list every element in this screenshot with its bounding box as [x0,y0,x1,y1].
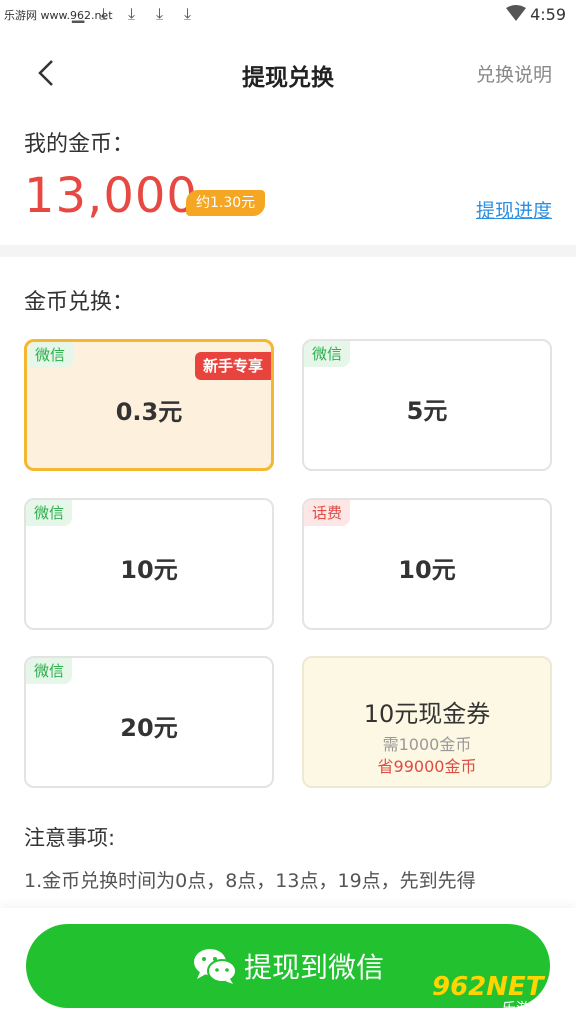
card-amount: 0.3元 [115,398,183,426]
download-icon: ⤓ [184,4,192,23]
coins-balance: 13,000 [24,168,198,224]
exchange-card-wechat-0.3[interactable]: 微信 新手专享 0.3元 [24,339,274,471]
wechat-tag: 微信 [27,342,74,368]
site-watermark-logo: 962NET 乐游网 [432,970,568,1018]
card-amount: 20元 [120,714,178,742]
exchange-card-phone-10[interactable]: 话费 10元 [302,498,552,630]
wechat-tag: 微信 [26,500,73,526]
status-watermark: 乐游网 www.962.net [4,9,113,22]
coins-label: 我的金币： [24,132,135,157]
phone-credit-tag: 话费 [304,500,351,526]
download-icon: ⤓ [156,4,164,23]
voucher-title: 10元现金券 [363,700,491,728]
download-icon: ⤓ [100,4,108,23]
withdraw-button-label: 提现到微信 [243,951,384,984]
exchange-card-wechat-10[interactable]: 微信 10元 [24,498,274,630]
withdraw-progress-link[interactable]: 提现进度 [476,196,552,223]
voucher-savings: 省99000金币 [377,757,477,776]
card-amount: 10元 [120,556,178,584]
cash-voucher-card[interactable]: 10元现金券 需1000金币 省99000金币 [302,656,552,788]
exchange-label: 金币兑换： [24,290,135,315]
notes-item: 1.金币兑换时间为0点，8点，13点，19点，先到先得 [24,870,476,892]
section-divider [0,245,576,257]
voucher-required-coins: 需1000金币 [382,735,472,754]
exchange-card-wechat-20[interactable]: 微信 20元 [24,656,274,788]
download-icon: ⤓ [128,4,136,23]
newbie-badge: 新手专享 [194,352,271,380]
status-time: 4:59 [530,5,566,24]
notification-icon: ▁ [72,4,85,23]
card-amount: 10元 [398,556,456,584]
watermark-logo-sub: 乐游网 [502,1001,544,1017]
wechat-tag: 微信 [26,658,73,684]
status-bar: 乐游网 www.962.net ▁ ⤓ ⤓ ⤓ ⤓ 4:59 [0,0,576,32]
notes-title: 注意事项: [24,826,116,850]
wechat-icon [193,949,237,984]
exchange-instructions-link[interactable]: 兑换说明 [476,60,552,87]
exchange-card-wechat-5[interactable]: 微信 5元 [302,339,552,471]
coins-approx-badge: 约1.30元 [186,190,266,216]
wifi-icon [506,5,526,21]
wechat-tag: 微信 [304,341,351,367]
header: 提现兑换 兑换说明 [0,40,576,106]
card-amount: 5元 [406,397,448,425]
